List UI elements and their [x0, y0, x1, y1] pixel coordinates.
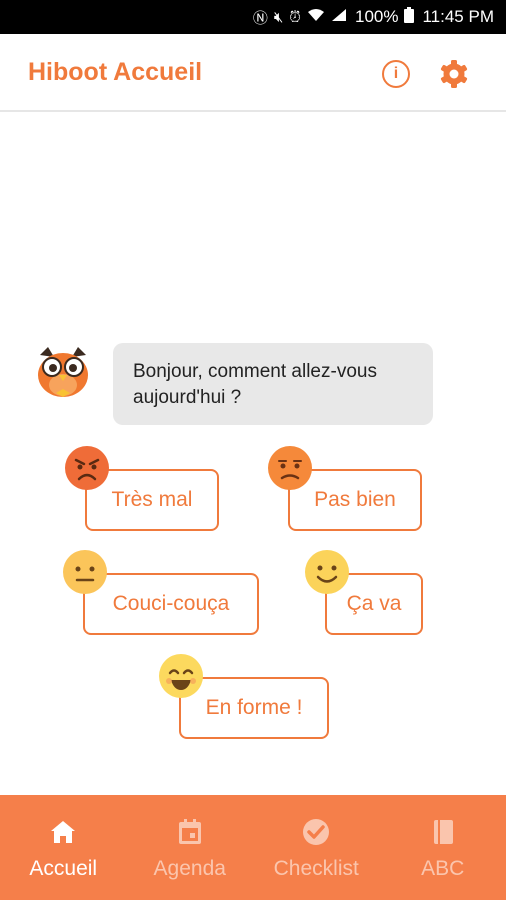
- nav-label: Accueil: [29, 857, 98, 880]
- battery-level: 100%: [355, 7, 399, 26]
- owl-avatar: [32, 345, 94, 401]
- mood-label: En forme !: [205, 696, 303, 719]
- book-icon: [433, 820, 453, 844]
- nav-item-checklist[interactable]: Checklist: [253, 795, 380, 900]
- wifi-icon: [307, 8, 325, 26]
- page-title: Hiboot Accueil: [28, 58, 203, 86]
- mood-label: Très mal: [111, 488, 193, 511]
- info-button[interactable]: i: [382, 60, 410, 88]
- calendar-icon: [178, 819, 201, 844]
- nav-item-agenda[interactable]: Agenda: [127, 795, 254, 900]
- nfc-icon: Ⓝ: [252, 9, 268, 27]
- mood-button-couci-couca[interactable]: Couci-couça: [83, 573, 259, 635]
- mood-label: Ça va: [346, 592, 402, 615]
- settings-button[interactable]: [438, 58, 470, 90]
- smile-face-icon: [305, 550, 349, 594]
- nav-label: Agenda: [153, 857, 226, 880]
- info-icon: i: [393, 65, 399, 82]
- home-icon: [51, 821, 76, 843]
- mood-label: Pas bien: [314, 488, 396, 511]
- nav-label: Checklist: [273, 857, 359, 880]
- mood-label: Couci-couça: [112, 592, 230, 615]
- signal-icon: [331, 8, 347, 26]
- grin-face-icon: [159, 654, 203, 698]
- mute-icon: 🔇︎: [273, 8, 284, 26]
- angry-face-icon: [65, 446, 109, 490]
- nav-item-abc[interactable]: ABC: [380, 795, 506, 900]
- chat-bubble: Bonjour, comment allez-vous aujourd'hui …: [113, 343, 433, 425]
- nav-item-accueil[interactable]: Accueil: [0, 795, 127, 900]
- nav-label: ABC: [421, 857, 465, 880]
- alarm-icon: ⏰︎: [289, 8, 301, 26]
- battery-icon: [404, 7, 415, 27]
- clock: 11:45 PM: [422, 7, 494, 26]
- gear-icon: [440, 60, 468, 88]
- app-bar: Hiboot Accueil i: [0, 34, 506, 112]
- neutral-face-icon: [63, 550, 107, 594]
- check-circle-icon: [303, 819, 330, 845]
- bottom-navigation: Accueil Agenda Checklist ABC: [0, 795, 506, 900]
- sad-face-icon: [268, 446, 312, 490]
- status-bar: Ⓝ 🔇︎ ⏰︎ 100% 11:45 PM: [0, 0, 506, 34]
